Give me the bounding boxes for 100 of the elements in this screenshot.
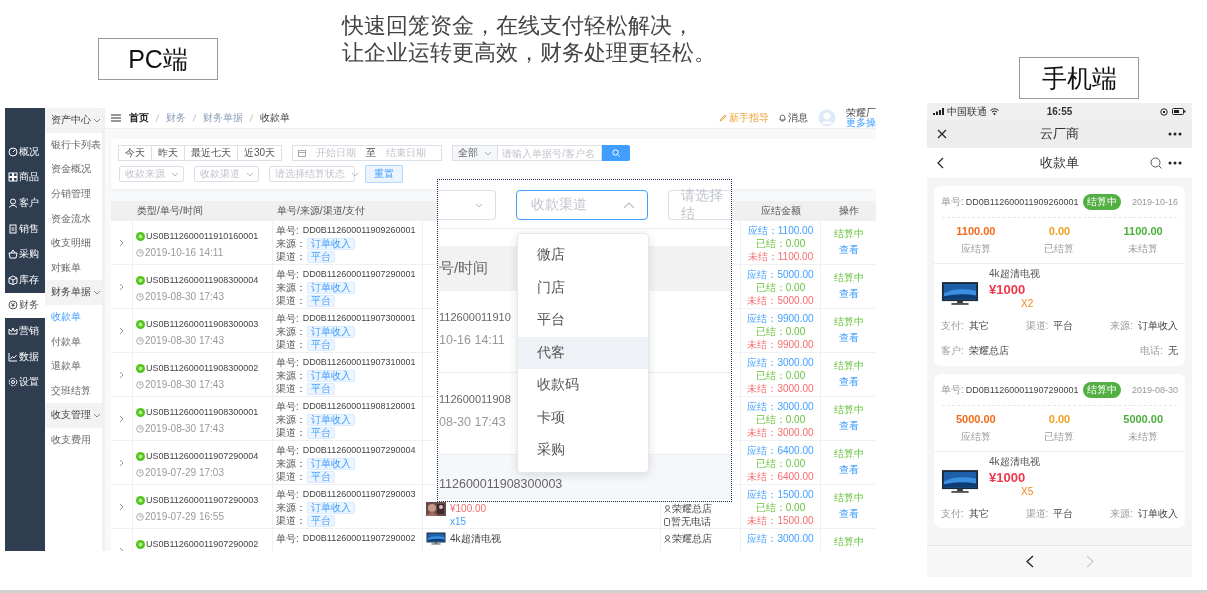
clock-icon	[136, 336, 144, 345]
date-button[interactable]: 最近七天	[184, 145, 238, 161]
unpaid-amount: 未结：1100.00	[747, 250, 814, 263]
amount-value: 1100.00	[956, 225, 996, 237]
menu-group[interactable]: 财务单据	[45, 280, 102, 305]
line-chart-icon	[8, 351, 18, 362]
field-label: 单号:	[276, 488, 299, 501]
field-label: 来源：	[276, 413, 306, 426]
channel-tag: 平台	[307, 514, 335, 527]
source-tag: 订单收入	[307, 501, 355, 514]
clock-icon	[136, 248, 144, 257]
sidebar-item[interactable]: 概况	[5, 139, 45, 165]
back-icon[interactable]	[1025, 555, 1034, 568]
field-label: 渠道：	[276, 294, 306, 307]
search-button[interactable]	[602, 145, 631, 161]
field-value: 其它	[968, 507, 989, 521]
scope-select[interactable]: 全部	[452, 145, 499, 161]
order-number: DD0B112600011909260001	[965, 197, 1079, 207]
receipt-badge-icon	[136, 232, 145, 241]
submenu-item[interactable]: 银行卡列表	[45, 132, 102, 158]
receipt-number: US0B112600011907290002	[146, 538, 259, 551]
sidebar-item[interactable]: 设置	[5, 369, 45, 395]
clock-icon	[136, 468, 144, 477]
chevron-down-icon	[484, 150, 493, 156]
status-text: 结算中	[833, 359, 864, 372]
sidebar-item[interactable]: 商品	[5, 164, 45, 191]
channel-tag: 平台	[307, 382, 335, 395]
field-value: 其它	[968, 319, 989, 333]
date-button[interactable]: 近30天	[237, 145, 283, 161]
sidebar-item[interactable]: 数据	[5, 343, 45, 370]
submenu-item[interactable]: 资金概况	[45, 157, 102, 182]
submenu-item[interactable]: 对账单	[45, 255, 102, 281]
column-header: 单号/来源/渠道/支付	[277, 203, 366, 218]
page-title: 收款单	[1039, 154, 1080, 172]
channel-tag: 平台	[307, 426, 335, 439]
menu-item[interactable]: 门店	[518, 271, 648, 304]
search-icon[interactable]	[1150, 157, 1162, 169]
settings-icon	[8, 377, 18, 388]
more-icon[interactable]	[1168, 132, 1182, 136]
receipt-number: US0B112600011910160001	[146, 230, 259, 243]
sidebar-item[interactable]: 销售	[5, 215, 45, 242]
field-value: 无	[1168, 344, 1178, 358]
amount-label: 未结算	[1128, 430, 1159, 444]
menu-group[interactable]: 收支管理	[45, 403, 102, 428]
paid-amount: 已结：0.00	[755, 369, 806, 382]
menu-group[interactable]: 资产中心	[45, 108, 102, 133]
field-label: 单号:	[276, 224, 299, 237]
back-icon[interactable]	[937, 157, 944, 169]
receipt-badge-icon	[136, 276, 145, 285]
menu-item[interactable]: 卡项	[518, 401, 648, 434]
submenu-item[interactable]: 付款单	[45, 329, 102, 354]
status-text: 结算中	[833, 535, 864, 548]
submenu-item[interactable]: 退款单	[45, 353, 102, 379]
breadcrumb-link[interactable]: 首页	[129, 111, 149, 125]
menu-item[interactable]: 收款码	[518, 369, 648, 402]
person-icon	[664, 504, 671, 513]
sidebar-item[interactable]: 财务	[5, 292, 45, 319]
submenu-item[interactable]: 收支明细	[45, 230, 102, 256]
product-name: 4k超清电视	[450, 532, 501, 545]
sidebar-item[interactable]: 客户	[5, 190, 45, 216]
clock-time: 16:55	[1046, 106, 1073, 117]
sidebar-item[interactable]: 库存	[5, 266, 45, 293]
submenu-item[interactable]: 收支费用	[45, 427, 102, 453]
menu-item[interactable]: 微店	[518, 239, 648, 272]
battery-icon	[1172, 108, 1186, 115]
menu-icon[interactable]	[111, 114, 121, 122]
field-label: 单号:	[941, 383, 964, 397]
field-label: 单号:	[276, 532, 299, 545]
receipt-number: US0B112600011908300002	[146, 362, 259, 375]
submenu-item[interactable]: 分销管理	[45, 181, 102, 207]
sidebar-item[interactable]: 营销	[5, 318, 45, 344]
field-label: 渠道：	[276, 250, 306, 263]
receipt-badge-icon	[136, 452, 145, 461]
date-button[interactable]: 昨天	[151, 145, 185, 161]
close-icon[interactable]	[937, 129, 947, 139]
wifi-icon	[990, 108, 999, 115]
field-label: 渠道：	[276, 514, 306, 527]
product-quantity: X2	[1021, 298, 1034, 309]
receipt-number: US0B112600011907290003	[146, 494, 259, 507]
due-amount: 应结：9900.00	[747, 312, 814, 325]
messages-link[interactable]: 消息	[779, 111, 808, 125]
breadcrumb-link[interactable]: 收款单	[260, 111, 290, 125]
menu-item[interactable]: 采购	[518, 434, 648, 467]
menu-item[interactable]: 代客	[518, 336, 648, 369]
field-label: 客户:	[941, 344, 964, 358]
amount-value: 0.00	[1048, 225, 1071, 237]
channel-tag: 平台	[307, 294, 335, 307]
user-name: 荣耀厂	[846, 108, 876, 118]
source-tag: 订单收入	[307, 281, 355, 294]
date-button[interactable]: 今天	[118, 145, 152, 161]
amount-label: 应结算	[960, 430, 991, 444]
receipt-time: 2019-07-29 16:55	[145, 510, 224, 523]
menu-item[interactable]: 平台	[518, 304, 648, 337]
more-icon[interactable]	[1168, 161, 1182, 165]
status-text: 结算中	[833, 491, 864, 504]
submenu-item[interactable]: 资金流水	[45, 206, 102, 231]
chevron-down-icon	[93, 289, 101, 295]
submenu-item[interactable]: 交班结算	[45, 378, 102, 404]
sidebar-item[interactable]: 采购	[5, 241, 45, 267]
forward-icon[interactable]	[1085, 555, 1094, 568]
